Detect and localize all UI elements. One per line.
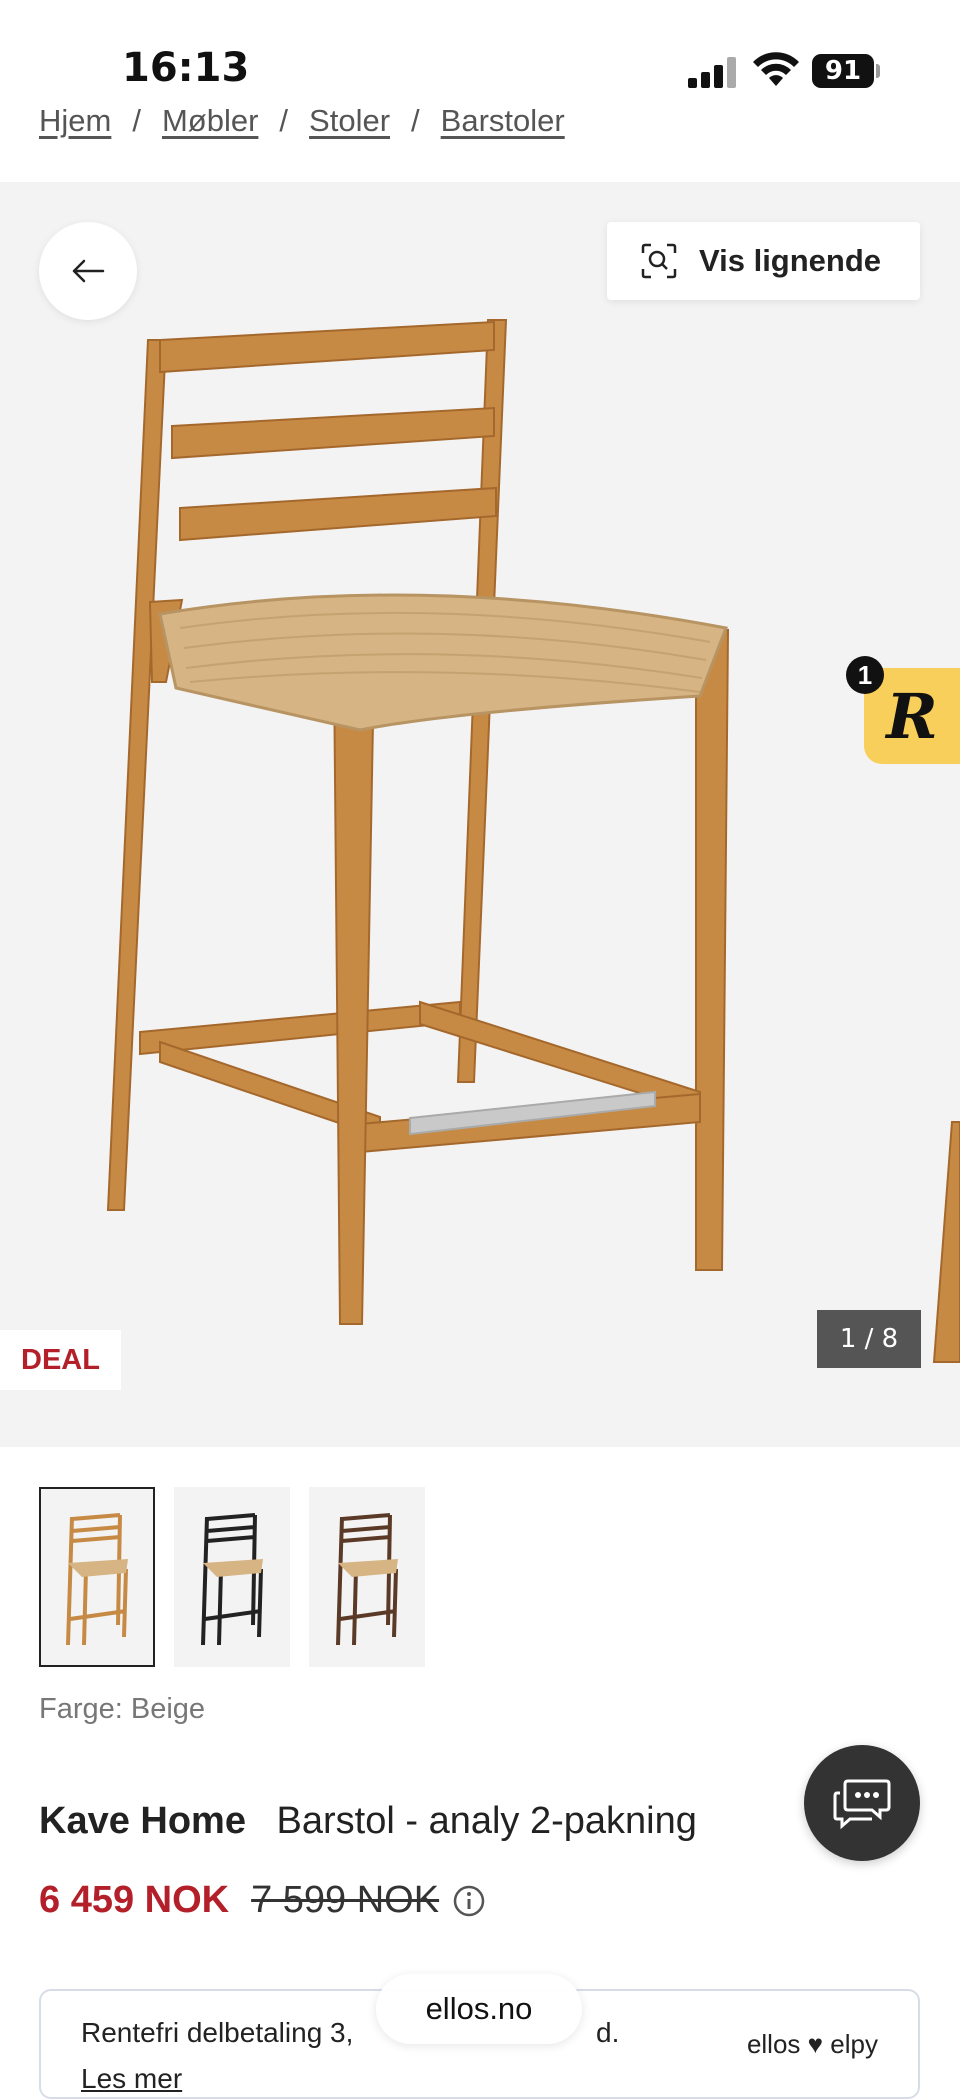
breadcrumb-hjem[interactable]: Hjem: [39, 103, 111, 139]
breadcrumb: Hjem / Møbler / Stoler / Barstoler: [39, 100, 565, 142]
status-time: 16:13: [122, 45, 250, 91]
status-bar: 16:13 91: [0, 0, 960, 100]
deal-badge: DEAL: [0, 1330, 121, 1390]
loyalty-badge-count: 1: [846, 656, 884, 694]
product-title: Kave Home Barstol - analy 2-pakning: [39, 1800, 697, 1843]
price-row: 6 459 NOK 7 599 NOK: [39, 1879, 485, 1922]
breadcrumb-stoler[interactable]: Stoler: [309, 103, 390, 139]
breadcrumb-separator: /: [411, 103, 420, 138]
thumbnail-walnut[interactable]: [309, 1487, 425, 1667]
les-mer-link[interactable]: Les mer: [81, 2063, 182, 2095]
breadcrumb-separator: /: [279, 103, 289, 138]
thumbnail-stool-icon: [201, 1513, 263, 1646]
breadcrumb-mobler[interactable]: Møbler: [162, 103, 258, 139]
elpy-logo: ellos ♥ elpy: [746, 2029, 878, 2059]
thumbnail-stool-icon: [66, 1513, 128, 1646]
url-bar[interactable]: ellos.no: [376, 1974, 582, 2044]
vis-lignende-label: Vis lignende: [699, 243, 882, 278]
sale-price: 6 459 NOK: [39, 1879, 230, 1921]
breadcrumb-barstoler[interactable]: Barstoler: [441, 103, 565, 139]
product-name: Barstol - analy 2-pakning: [276, 1800, 697, 1842]
back-button[interactable]: [39, 222, 137, 320]
installment-text-end: d.: [596, 2017, 620, 2048]
vis-lignende-button[interactable]: Vis lignende: [607, 222, 920, 300]
battery-tip: [876, 64, 880, 78]
installment-text: Rentefri delbetaling 3,: [81, 2017, 354, 2048]
chat-button[interactable]: [804, 1745, 920, 1861]
back-arrow-icon: [72, 259, 105, 283]
visual-search-icon: [641, 243, 677, 279]
chat-icon: [833, 1779, 891, 1830]
battery-icon: 91: [812, 54, 874, 88]
product-image-gallery[interactable]: Vis lignende R 1 DEAL 1 / 8: [0, 182, 960, 1447]
breadcrumb-separator: /: [132, 103, 141, 138]
info-icon[interactable]: [453, 1885, 485, 1917]
product-brand[interactable]: Kave Home: [39, 1800, 246, 1842]
thumbnail-black[interactable]: [174, 1487, 290, 1667]
image-counter: 1 / 8: [817, 1310, 921, 1368]
thumbnail-stool-icon: [336, 1513, 398, 1646]
wifi-icon: [753, 52, 799, 86]
color-label: Farge: Beige: [39, 1693, 206, 1725]
product-image-barstool: [106, 319, 960, 1363]
signal-icon: [688, 56, 738, 88]
thumbnail-beige[interactable]: [39, 1487, 155, 1667]
color-thumbnails: [39, 1487, 425, 1667]
original-price: 7 599 NOK: [251, 1879, 440, 1921]
